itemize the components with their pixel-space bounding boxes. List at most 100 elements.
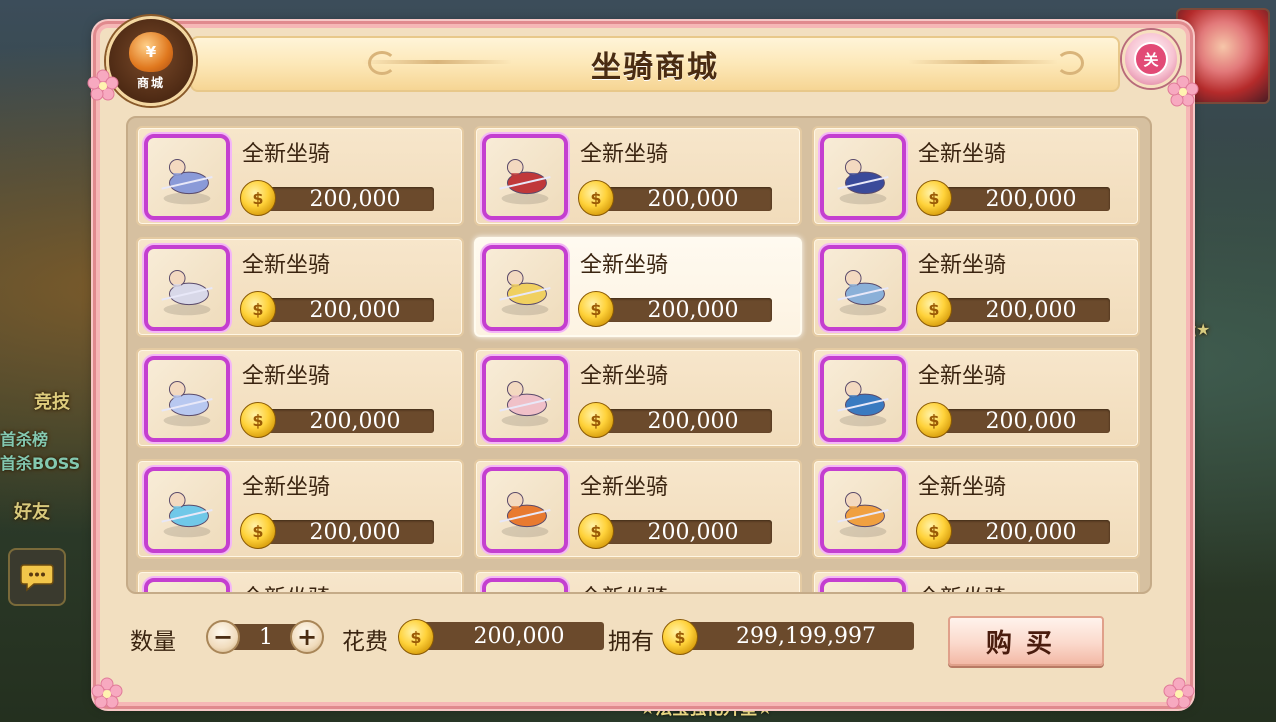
mount-figure-icon (499, 380, 551, 427)
gold-coin-icon: $ (916, 402, 952, 438)
blossom-decoration-icon (87, 69, 119, 101)
mount-price: 200,000 $ (240, 513, 434, 549)
mount-thumbnail (482, 134, 568, 220)
mount-price-value: 200,000 (258, 298, 434, 323)
mount-price: 200,000 $ (578, 513, 772, 549)
mount-name: 全新坐骑 (918, 364, 1007, 389)
quantity-decrease-button[interactable]: − (206, 620, 240, 654)
close-icon: 关 (1134, 42, 1168, 76)
mount-name: 全新坐骑 (918, 580, 1006, 592)
mount-item-card[interactable]: 全新坐骑 200,000 $ (812, 459, 1140, 559)
mount-price: 200,000 $ (916, 180, 1110, 216)
mount-name: 全新坐骑 (242, 253, 331, 278)
gold-coin-icon: $ (662, 619, 698, 655)
cost-display: 200,000 $ (398, 619, 608, 655)
mount-thumbnail (820, 578, 906, 592)
mount-item-card[interactable]: 全新坐骑 200,000 $ (812, 348, 1140, 448)
mount-price-value: 200,000 (934, 520, 1110, 545)
mount-figure-icon (161, 491, 213, 538)
mount-price-value: 200,000 (934, 298, 1110, 323)
mount-shop-panel: 坐骑商城 ¥ 商城 关 全新坐骑 200,000 $ 全新坐骑 200,000 $ 全新坐骑… (87, 16, 1199, 709)
money-bag-icon: ¥ (129, 31, 173, 72)
mount-item-card[interactable]: 全新坐骑 200,000 $ (136, 126, 464, 226)
mount-thumbnail (144, 467, 230, 553)
mount-item-card[interactable]: 全新坐骑 200,000 $ (812, 237, 1140, 337)
gold-coin-icon: $ (916, 180, 952, 216)
mount-price: 200,000 $ (240, 402, 434, 438)
mount-name: 全新坐骑 (580, 253, 669, 278)
mount-figure-icon (837, 380, 889, 427)
gold-coin-icon: $ (398, 619, 434, 655)
gold-coin-icon: $ (240, 513, 276, 549)
mount-thumbnail (482, 245, 568, 331)
mount-thumbnail (144, 245, 230, 331)
mount-thumbnail (820, 356, 906, 442)
page-title: 坐骑商城 (591, 50, 719, 85)
mount-figure-icon (161, 158, 213, 205)
title-curl-right (1056, 51, 1084, 75)
quantity-label: 数量 (130, 629, 176, 655)
mount-item-card[interactable]: 全新坐骑 200,000 $ (812, 126, 1140, 226)
bg-text-first-kill: 首杀榜 (0, 430, 49, 449)
title-bar: 坐骑商城 (190, 36, 1120, 92)
mount-item-card[interactable]: 全新坐骑 200,000 $ (474, 237, 802, 337)
mount-item-card[interactable]: 全新坐骑$ (812, 570, 1140, 592)
cost-value: 200,000 (414, 622, 604, 650)
gold-coin-icon: $ (916, 513, 952, 549)
mount-price-value: 200,000 (934, 409, 1110, 434)
mount-name: 全新坐骑 (918, 253, 1007, 278)
shop-badge-label: 商城 (136, 75, 165, 90)
mount-item-card[interactable]: 全新坐骑 200,000 $ (474, 126, 802, 226)
mount-price-value: 200,000 (258, 409, 434, 434)
gold-coin-icon: $ (240, 402, 276, 438)
quantity-stepper: 1 − + (206, 620, 324, 654)
owned-value: 299,199,997 (678, 622, 914, 650)
bg-text-arena: 竞技 (34, 392, 70, 413)
mount-price: 200,000 $ (240, 180, 434, 216)
mount-price-value: 200,000 (596, 520, 772, 545)
mount-name: 全新坐骑 (580, 475, 669, 500)
mount-price: 200,000 $ (578, 291, 772, 327)
mount-price: 200,000 $ (916, 513, 1110, 549)
gold-coin-icon: $ (578, 402, 614, 438)
mount-figure-icon (499, 158, 551, 205)
mount-price: 200,000 $ (916, 291, 1110, 327)
buy-button[interactable]: 购买 (948, 616, 1104, 666)
bg-text-first-kill-boss: 首杀BOSS (0, 454, 81, 473)
mount-name: 全新坐骑 (242, 475, 331, 500)
mount-name: 全新坐骑 (242, 142, 331, 167)
mount-thumbnail (144, 356, 230, 442)
mount-figure-icon (161, 380, 213, 427)
mount-price-value: 200,000 (596, 187, 772, 212)
mount-item-card[interactable]: 全新坐骑 200,000 $ (136, 459, 464, 559)
mount-figure-icon (499, 269, 551, 316)
mount-price: 200,000 $ (240, 291, 434, 327)
mount-name: 全新坐骑 (918, 475, 1007, 500)
mount-name: 全新坐骑 (918, 142, 1007, 167)
mount-item-card[interactable]: 全新坐骑$ (474, 570, 802, 594)
quantity-increase-button[interactable]: + (290, 620, 324, 654)
mount-figure-icon (486, 582, 564, 594)
mount-price-value: 200,000 (596, 298, 772, 323)
item-grid-scroll-area[interactable]: 全新坐骑 200,000 $ 全新坐骑 200,000 $ 全新坐骑 200,000 $ 全新坐骑… (126, 116, 1152, 594)
gold-coin-icon: $ (578, 291, 614, 327)
mount-price-value: 200,000 (934, 187, 1110, 212)
chat-bubble-icon (20, 564, 54, 592)
mount-thumbnail (820, 245, 906, 331)
mount-price-value: 200,000 (258, 187, 434, 212)
gold-coin-icon: $ (578, 513, 614, 549)
mount-figure-icon (499, 491, 551, 538)
cost-label: 花费 (342, 629, 388, 655)
mount-item-card[interactable]: 全新坐骑 200,000 $ (136, 348, 464, 448)
mount-item-card[interactable]: 全新坐骑$ (136, 570, 464, 592)
chat-button[interactable] (8, 548, 66, 606)
owned-label: 拥有 (608, 629, 654, 655)
mount-figure-icon (837, 491, 889, 538)
mount-thumbnail (482, 467, 568, 553)
mount-item-card[interactable]: 全新坐骑 200,000 $ (474, 459, 802, 559)
mount-price: 200,000 $ (578, 180, 772, 216)
mount-item-card[interactable]: 全新坐骑 200,000 $ (136, 237, 464, 337)
mount-price-value: 200,000 (258, 520, 434, 545)
mount-item-card[interactable]: 全新坐骑 200,000 $ (474, 348, 802, 448)
title-ornament-right (908, 60, 1058, 64)
